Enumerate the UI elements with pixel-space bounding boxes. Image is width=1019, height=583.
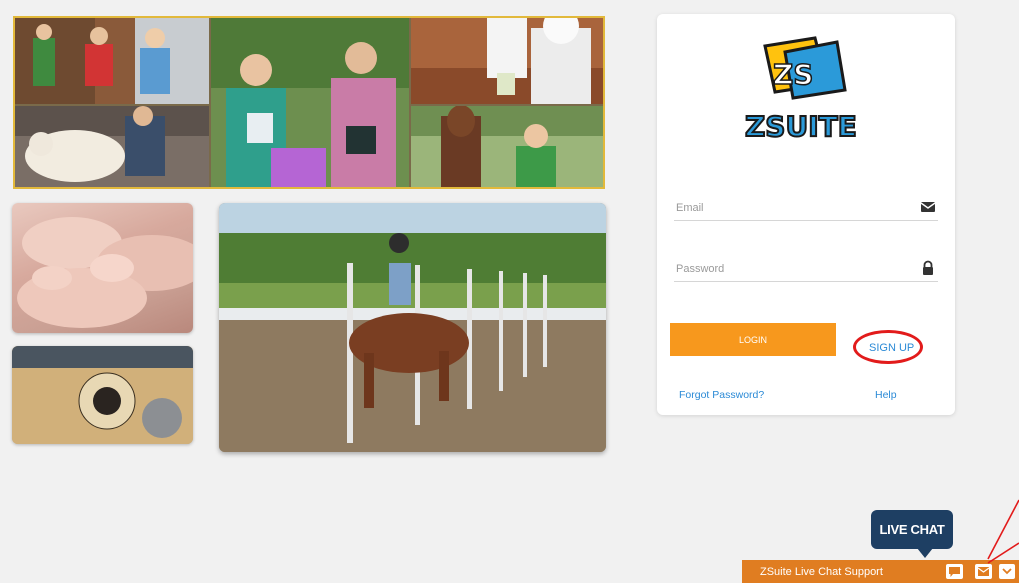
password-input[interactable] bbox=[674, 257, 908, 281]
youth-collage-image bbox=[13, 16, 605, 189]
target-shooting-image bbox=[12, 346, 193, 444]
horse-pole-bending-image bbox=[219, 203, 606, 452]
password-field bbox=[674, 257, 938, 282]
collage-kids-science bbox=[15, 18, 209, 104]
envelope-icon[interactable] bbox=[975, 564, 992, 579]
chat-icon[interactable] bbox=[946, 564, 963, 579]
email-field bbox=[674, 196, 938, 221]
help-link[interactable]: Help bbox=[875, 389, 897, 401]
collage-horse-boy bbox=[411, 106, 603, 187]
envelope-icon bbox=[920, 199, 936, 215]
lock-icon bbox=[920, 260, 936, 276]
live-chat-bubble[interactable]: LIVE CHAT bbox=[871, 510, 953, 558]
signup-link[interactable]: SIGN UP bbox=[869, 342, 914, 354]
live-chat-bar[interactable]: ZSuite Live Chat Support bbox=[742, 560, 1019, 583]
collage-sheep-shearing bbox=[15, 106, 209, 187]
svg-text:ZSUITE: ZSUITE bbox=[745, 110, 857, 143]
svg-text:ZS: ZS bbox=[773, 58, 813, 91]
zsuite-logo: ZS ZSUITE bbox=[744, 36, 867, 146]
live-chat-title: ZSuite Live Chat Support bbox=[760, 566, 883, 578]
chevron-down-icon[interactable] bbox=[999, 564, 1015, 579]
forgot-password-link[interactable]: Forgot Password? bbox=[679, 389, 764, 401]
collage-chef-student bbox=[411, 18, 603, 104]
login-button[interactable]: LOGIN bbox=[670, 323, 836, 356]
login-card: ZS ZSUITE LOGIN SIGN UP Forgot Password?… bbox=[657, 14, 955, 415]
collage-award-winners bbox=[211, 18, 409, 187]
pigs-image bbox=[12, 203, 193, 333]
email-input[interactable] bbox=[674, 196, 908, 220]
